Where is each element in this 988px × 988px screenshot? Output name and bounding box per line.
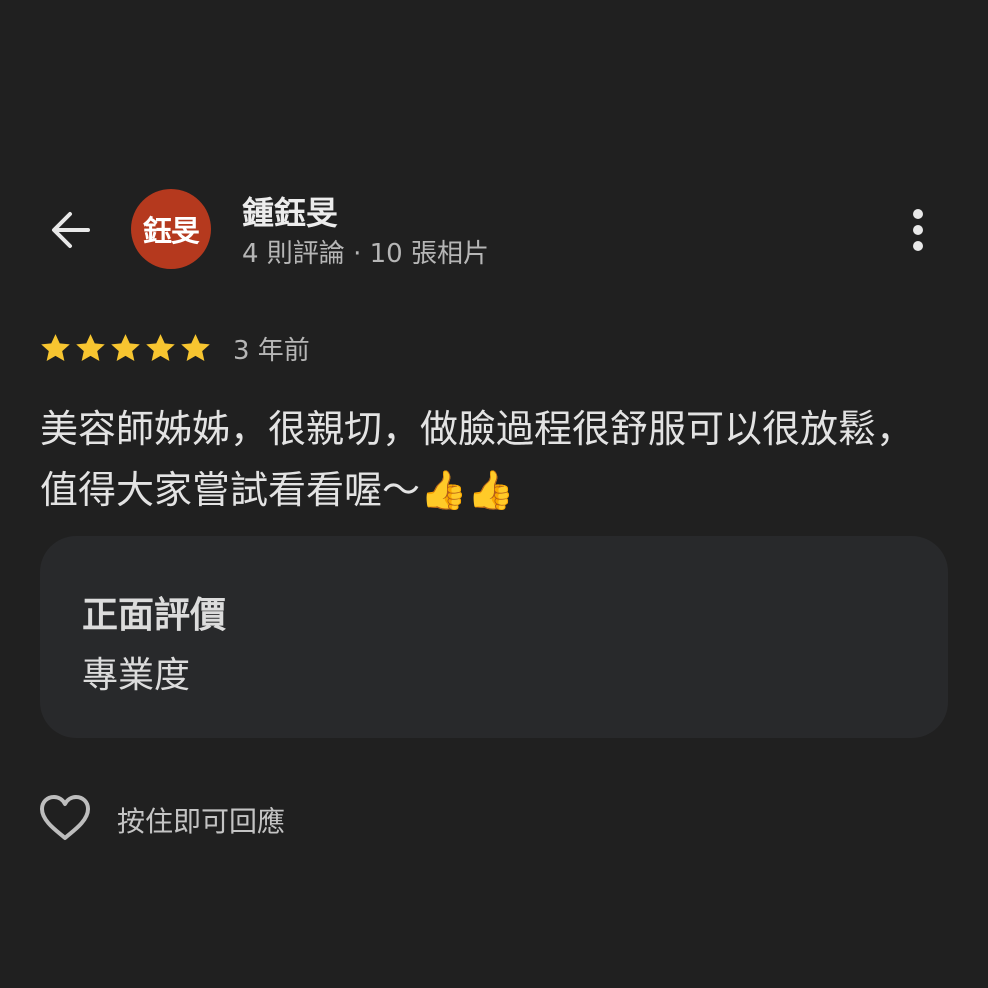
- attribute-title: 正面評價: [82, 595, 227, 636]
- rating-row: 3 年前: [38, 330, 310, 366]
- review-time: 3 年前: [233, 335, 310, 366]
- like-hint: 按住即可回應: [117, 805, 286, 838]
- star-rating: [38, 330, 213, 366]
- avatar-text: 鈺旻: [142, 214, 200, 248]
- back-button[interactable]: [44, 204, 96, 256]
- like-button[interactable]: [36, 792, 94, 844]
- attribute-card: 正面評價 專業度: [40, 536, 948, 738]
- reviewer-name[interactable]: 鍾鈺旻: [242, 188, 338, 234]
- avatar[interactable]: 鈺旻: [131, 189, 211, 269]
- star-icon: [181, 334, 210, 361]
- review-detail-screen: 鈺旻 鍾鈺旻 4 則評論 · 10 張相片 3 年前 美容師姊姊，很親切，做臉過…: [0, 0, 988, 988]
- review-text: 美容師姊姊，很親切，做臉過程很舒服可以很放鬆，值得大家嘗試看看喔～👍👍: [40, 407, 915, 512]
- attribute-value: 專業度: [82, 655, 191, 696]
- arrow-left-icon: [52, 212, 90, 248]
- more-vertical-icon: [913, 209, 923, 251]
- star-icon: [111, 334, 140, 361]
- star-icon: [146, 334, 175, 361]
- more-options-button[interactable]: [896, 204, 940, 256]
- star-icon: [76, 334, 105, 361]
- reviewer-meta: 4 則評論 · 10 張相片: [242, 239, 489, 269]
- star-icon: [41, 334, 70, 361]
- heart-outline-icon: [40, 795, 90, 840]
